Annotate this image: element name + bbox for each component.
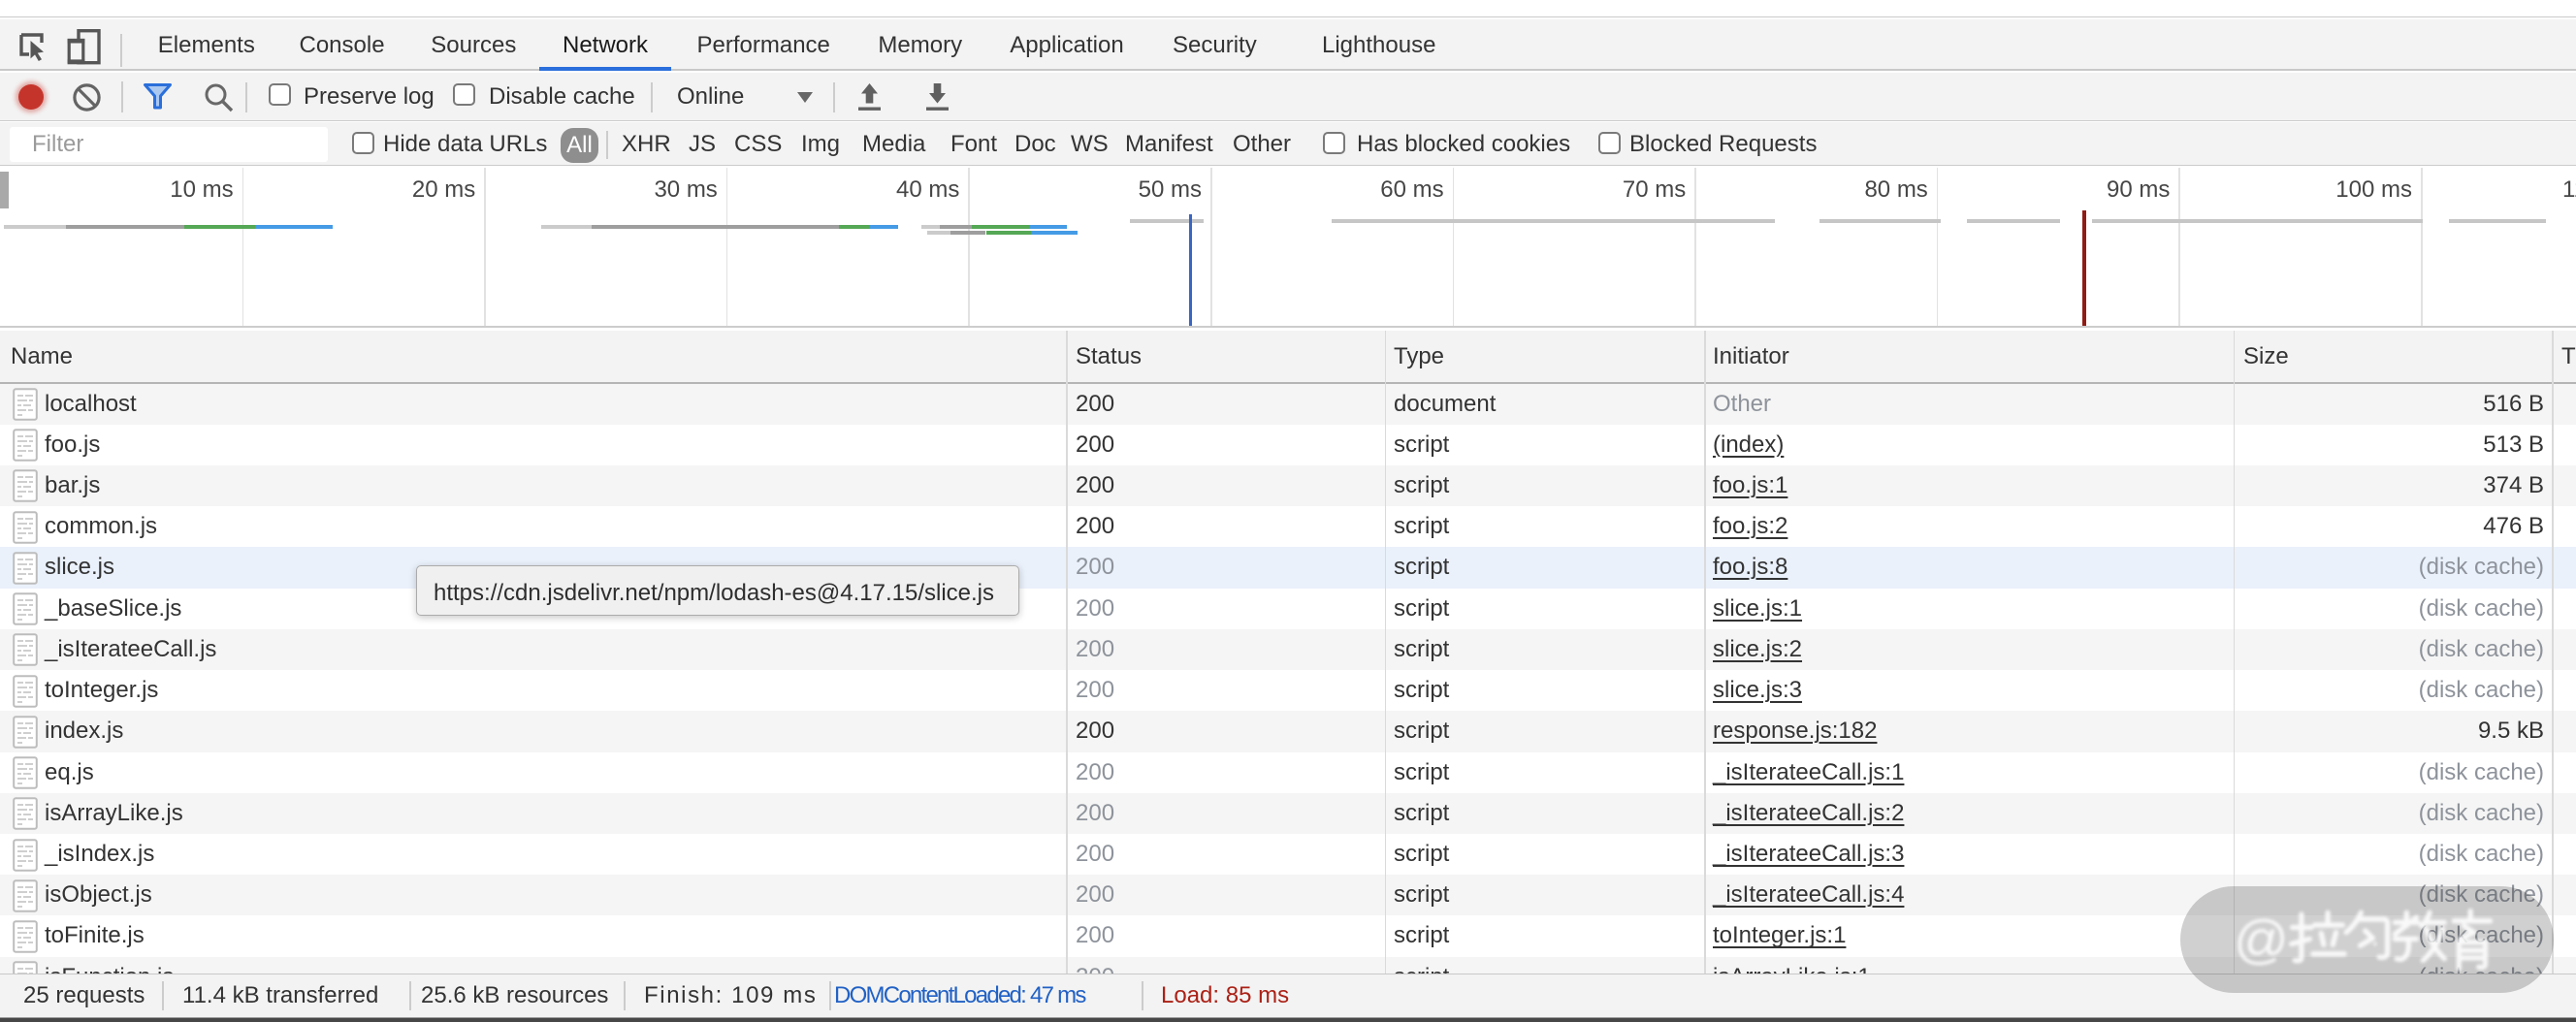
svg-text:@: @	[2234, 909, 2289, 970]
